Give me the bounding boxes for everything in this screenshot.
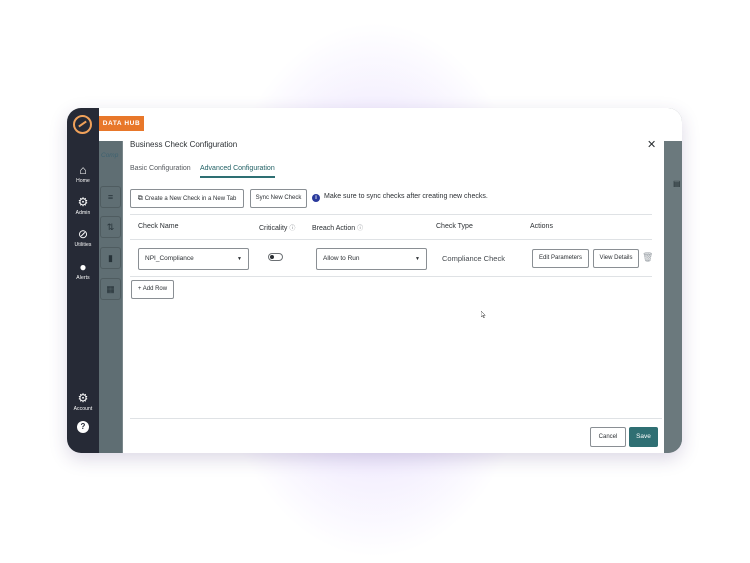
view-details-button[interactable]: View Details bbox=[593, 249, 639, 268]
sidebar: ⌂ Home ⚙ Admin ⊘ Utilities ● Alerts ⚙ Ac… bbox=[67, 108, 99, 453]
help-circle-icon[interactable]: ⓘ bbox=[289, 226, 295, 232]
app-window: ⌂ Home ⚙ Admin ⊘ Utilities ● Alerts ⚙ Ac… bbox=[67, 108, 682, 453]
add-row-button[interactable]: + Add Row bbox=[131, 280, 174, 299]
column-header-label: Breach Action bbox=[312, 225, 356, 232]
sync-new-check-button[interactable]: Sync New Check bbox=[250, 189, 307, 208]
bar-chart-icon: ▮ bbox=[100, 247, 121, 269]
check-type-value: Compliance Check bbox=[442, 254, 505, 263]
help-button[interactable]: ? bbox=[77, 421, 89, 433]
column-header-breach-action: Breach Action ⓘ bbox=[312, 223, 363, 232]
info-icon: i bbox=[312, 194, 320, 202]
column-header-check-name: Check Name bbox=[138, 223, 179, 230]
table-icon: ▤ bbox=[673, 179, 681, 188]
sidebar-item-account[interactable]: ⚙ Account bbox=[67, 391, 99, 412]
sidebar-item-alerts[interactable]: ● Alerts bbox=[67, 260, 99, 281]
background-breadcrumb: Comp bbox=[101, 152, 119, 159]
sidebar-item-label: Alerts bbox=[76, 275, 90, 281]
business-check-modal: Business Check Configuration ✕ Basic Con… bbox=[123, 136, 664, 453]
sidebar-item-label: Home bbox=[76, 178, 90, 184]
sidebar-item-label: Admin bbox=[75, 210, 91, 216]
modal-title: Business Check Configuration bbox=[130, 140, 238, 149]
database-icon: ≡ bbox=[100, 186, 121, 208]
sidebar-item-label: Account bbox=[73, 406, 93, 412]
sidebar-item-home[interactable]: ⌂ Home bbox=[67, 163, 99, 184]
breach-action-select[interactable]: Allow to Run ▼ bbox=[316, 248, 427, 270]
home-icon: ⌂ bbox=[79, 163, 87, 177]
check-name-select[interactable]: NPI_Compliance ▼ bbox=[138, 248, 249, 270]
new-tab-icon: ⧉ bbox=[137, 195, 143, 202]
flow-icon: ⇅ bbox=[100, 216, 121, 238]
app-logo[interactable] bbox=[73, 115, 92, 134]
footer-divider bbox=[130, 418, 662, 419]
gear-icon: ⚙ bbox=[77, 195, 89, 209]
mouse-cursor-icon bbox=[481, 311, 486, 318]
sidebar-item-label: Utilities bbox=[74, 242, 92, 248]
cancel-button[interactable]: Cancel bbox=[590, 427, 626, 447]
column-header-criticality: Criticality ⓘ bbox=[259, 223, 295, 232]
chevron-down-icon: ▼ bbox=[237, 256, 242, 262]
column-header-actions: Actions bbox=[530, 223, 553, 230]
bell-icon: ● bbox=[79, 260, 87, 274]
sidebar-item-admin[interactable]: ⚙ Admin bbox=[67, 195, 99, 216]
data-hub-badge: DATA HUB bbox=[99, 116, 144, 131]
trash-icon[interactable]: 🗑 bbox=[642, 252, 653, 263]
divider bbox=[130, 214, 652, 215]
sidebar-item-utilities[interactable]: ⊘ Utilities bbox=[67, 227, 99, 248]
sync-info-text: Make sure to sync checks after creating … bbox=[324, 193, 488, 200]
check-name-value: NPI_Compliance bbox=[145, 255, 194, 262]
breach-action-value: Allow to Run bbox=[323, 255, 360, 262]
criticality-toggle[interactable] bbox=[268, 253, 283, 261]
calendar-icon: ▦ bbox=[100, 278, 121, 300]
tab-advanced-configuration[interactable]: Advanced Configuration bbox=[200, 165, 275, 178]
create-new-check-tab-button[interactable]: ⧉ Create a New Check in a New Tab bbox=[130, 189, 244, 208]
divider bbox=[130, 239, 652, 240]
close-icon[interactable]: ✕ bbox=[647, 138, 656, 151]
chevron-down-icon: ▼ bbox=[415, 256, 420, 262]
create-new-check-label: Create a New Check in a New Tab bbox=[144, 196, 237, 202]
tab-basic-configuration[interactable]: Basic Configuration bbox=[130, 165, 191, 176]
gear-icon: ⚙ bbox=[77, 391, 89, 405]
save-button[interactable]: Save bbox=[629, 427, 658, 447]
edit-parameters-button[interactable]: Edit Parameters bbox=[532, 249, 589, 268]
column-header-label: Criticality bbox=[259, 225, 288, 232]
column-header-check-type: Check Type bbox=[436, 223, 473, 230]
utilities-icon: ⊘ bbox=[77, 227, 89, 241]
help-circle-icon[interactable]: ⓘ bbox=[357, 226, 363, 232]
divider bbox=[130, 276, 652, 277]
